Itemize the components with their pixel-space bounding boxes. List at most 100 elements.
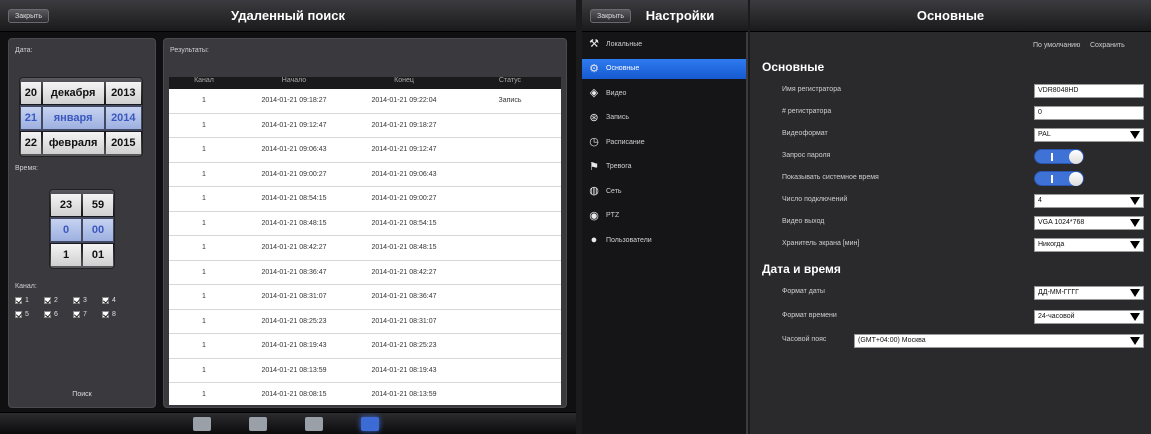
settings-screen: Закрыть Настройки ⚒ Локальные ⚙ Основные ◈ Ви… xyxy=(582,0,1151,434)
time-minute: 01 xyxy=(83,244,113,266)
select-field[interactable]: (GMT+04:00) Москва xyxy=(854,334,1144,348)
menu-item-1[interactable]: ⚒ Локальные xyxy=(582,34,746,54)
table-row[interactable]: 1 2014-01-21 08:25:23 2014-01-21 08:31:07 xyxy=(169,310,561,334)
toggle-knob xyxy=(1069,172,1083,186)
cell-start: 2014-01-21 08:42:27 xyxy=(261,244,327,252)
menu-item-6[interactable]: ⚑ Тревога xyxy=(582,157,746,177)
camera-icon: ◈ xyxy=(589,87,599,99)
menu-item-label: Запись xyxy=(606,114,629,121)
channel-checkbox-4[interactable]: 4 xyxy=(102,297,124,304)
time-hour: 23 xyxy=(51,194,81,216)
dropdown-arrow-icon xyxy=(1130,289,1140,297)
menu-title: Настройки xyxy=(645,8,715,23)
field-label: Формат даты xyxy=(782,288,825,295)
dropdown-arrow-icon xyxy=(1130,241,1140,249)
select-field[interactable]: 24-часовой xyxy=(1034,310,1144,324)
column-header-status: Статус xyxy=(498,77,522,84)
cell-start: 2014-01-21 08:31:07 xyxy=(261,293,327,301)
channel-checkbox-7[interactable]: 7 xyxy=(73,311,95,318)
time-picker[interactable]: 23 59 0 00 1 01 xyxy=(49,189,115,269)
date-picker[interactable]: 20 декабря 2013 21 января 2014 22 феврал… xyxy=(19,77,143,157)
default-button[interactable]: По умолчанию xyxy=(1033,42,1080,49)
channel-checkboxes-row-1: 1 2 3 4 xyxy=(15,297,124,304)
channel-checkbox-3[interactable]: 3 xyxy=(73,297,95,304)
menu-item-7[interactable]: ◍ Сеть xyxy=(582,181,746,201)
field-label: Видео выход xyxy=(782,218,825,225)
field-label: Число подключений xyxy=(782,196,848,203)
table-row[interactable]: 1 2014-01-21 08:48:15 2014-01-21 08:54:15 xyxy=(169,212,561,236)
menu-item-9[interactable]: ● Пользователи xyxy=(582,230,746,250)
cell-start: 2014-01-21 09:18:27 xyxy=(261,97,327,105)
date-row[interactable]: 22 февраля 2015 xyxy=(20,130,142,156)
alarm-icon: ⚑ xyxy=(589,160,599,173)
live-view-icon[interactable] xyxy=(193,417,211,431)
toggle-switch[interactable] xyxy=(1034,171,1084,186)
save-button[interactable]: Сохранить xyxy=(1090,42,1125,49)
table-row[interactable]: 1 2014-01-21 08:19:43 2014-01-21 08:25:23 xyxy=(169,334,561,359)
cell-channel: 1 xyxy=(202,97,206,105)
menu-top-bar: Закрыть Настройки xyxy=(582,0,748,32)
channel-checkbox-8[interactable]: 8 xyxy=(102,311,124,318)
table-row[interactable]: 1 2014-01-21 09:12:47 2014-01-21 09:18:27 xyxy=(169,114,561,138)
table-row[interactable]: 1 2014-01-21 08:13:59 2014-01-21 08:19:43 xyxy=(169,359,561,383)
remote-icon[interactable] xyxy=(305,417,323,431)
table-row[interactable]: 1 2014-01-21 09:06:43 2014-01-21 09:12:47 xyxy=(169,138,561,163)
settings-row: # регистратора 0 xyxy=(762,102,1145,122)
page-title: Удаленный поиск xyxy=(231,8,345,23)
channel-checkbox-1[interactable]: 1 xyxy=(15,297,37,304)
dropdown-arrow-icon xyxy=(1130,131,1140,139)
cell-end: 2014-01-21 09:18:27 xyxy=(371,121,437,129)
cell-end: 2014-01-21 08:25:23 xyxy=(371,342,437,350)
user-icon: ● xyxy=(590,234,598,246)
field-label: Формат времени xyxy=(782,312,837,319)
menu-item-3[interactable]: ◈ Видео xyxy=(582,83,746,103)
channel-checkbox-2[interactable]: 2 xyxy=(44,297,66,304)
date-month: января xyxy=(42,107,104,129)
settings-row: Число подключений 4 xyxy=(762,190,1145,210)
channel-checkbox-6[interactable]: 6 xyxy=(44,311,66,318)
cell-start: 2014-01-21 08:25:23 xyxy=(261,317,327,325)
cell-channel: 1 xyxy=(202,195,206,203)
select-field[interactable]: Никогда xyxy=(1034,238,1144,252)
cell-end: 2014-01-21 08:31:07 xyxy=(371,317,437,325)
select-field[interactable]: VGA 1024*768 xyxy=(1034,216,1144,230)
table-row[interactable]: 1 2014-01-21 08:36:47 2014-01-21 08:42:27 xyxy=(169,261,561,285)
date-row[interactable]: 20 декабря 2013 xyxy=(20,80,142,106)
date-month: декабря xyxy=(42,82,104,104)
menu-item-2[interactable]: ⚙ Основные xyxy=(582,58,746,79)
text-field[interactable]: VDR8048HD xyxy=(1034,84,1144,98)
table-row[interactable]: 1 2014-01-21 08:31:07 2014-01-21 08:36:47 xyxy=(169,285,561,310)
field-label: Показывать системное время xyxy=(782,174,879,181)
select-field[interactable]: ДД-ММ-ГГГГ xyxy=(1034,286,1144,300)
cell-start: 2014-01-21 08:08:15 xyxy=(261,391,327,399)
text-field[interactable]: 0 xyxy=(1034,106,1144,120)
time-label: Время: xyxy=(15,165,39,172)
time-row[interactable]: 1 01 xyxy=(50,242,114,268)
playback-icon[interactable] xyxy=(249,417,267,431)
toggle-switch[interactable] xyxy=(1034,149,1084,164)
detail-top-bar: Основные xyxy=(750,0,1151,32)
menu-item-4[interactable]: ⊛ Запись xyxy=(582,108,746,128)
menu-item-label: Тревога xyxy=(606,163,632,170)
menu-item-8[interactable]: ◉ PTZ xyxy=(582,206,746,226)
select-field[interactable]: PAL xyxy=(1034,128,1144,142)
cell-start: 2014-01-21 08:54:15 xyxy=(261,195,327,203)
gear-icon: ⚙ xyxy=(589,62,599,75)
select-field[interactable]: 4 xyxy=(1034,194,1144,208)
search-button[interactable]: Поиск xyxy=(47,391,117,403)
table-row[interactable]: 1 2014-01-21 08:08:15 2014-01-21 08:13:59 xyxy=(169,383,561,405)
table-row[interactable]: 1 2014-01-21 08:54:15 2014-01-21 09:00:27 xyxy=(169,187,561,212)
time-hour: 0 xyxy=(51,219,81,241)
date-day: 21 xyxy=(21,107,41,129)
date-row-selected[interactable]: 21 января 2014 xyxy=(20,105,142,131)
settings-icon[interactable] xyxy=(361,417,379,431)
table-row[interactable]: 1 2014-01-21 09:18:27 2014-01-21 09:22:04 З… xyxy=(169,89,561,114)
column-header-start: Начало xyxy=(281,77,307,84)
menu-item-5[interactable]: ◷ Расписание xyxy=(582,132,746,152)
channel-checkbox-5[interactable]: 5 xyxy=(15,311,37,318)
time-row-selected[interactable]: 0 00 xyxy=(50,217,114,243)
table-row[interactable]: 1 2014-01-21 08:42:27 2014-01-21 08:48:15 xyxy=(169,236,561,261)
checkbox-icon xyxy=(15,297,22,304)
time-row[interactable]: 23 59 xyxy=(50,192,114,218)
table-row[interactable]: 1 2014-01-21 09:00:27 2014-01-21 09:06:43 xyxy=(169,163,561,187)
